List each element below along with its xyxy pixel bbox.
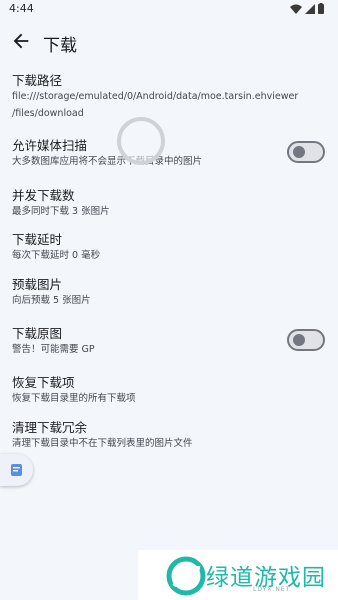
floating-side-button[interactable] <box>0 454 33 486</box>
toggle-thumb <box>293 334 305 346</box>
pref-media-scan[interactable]: 允许媒体扫描 大多数图库应用将不会显示下载目录中的图片 <box>12 138 330 169</box>
watermark-logo-icon <box>166 556 206 596</box>
pref-title: 下载延时 <box>12 232 63 247</box>
status-bar: 4:44 <box>0 0 338 18</box>
back-arrow-icon[interactable] <box>10 30 32 52</box>
page-title: 下载 <box>43 36 77 56</box>
pref-summary-line: 清理下载目录中不在下载列表里的图片文件 <box>12 438 193 449</box>
pref-summary-line: 恢复下载目录里的所有下载项 <box>12 393 136 404</box>
pref-title: 允许媒体扫描 <box>12 138 88 153</box>
pref-title: 清理下载冗余 <box>12 420 88 435</box>
battery-icon <box>318 3 324 14</box>
pref-summary-line: 最多同时下载 3 张图片 <box>12 206 110 217</box>
signal-icon <box>305 3 315 14</box>
pref-summary-line: file:///storage/emulated/0/Android/data/… <box>12 91 299 102</box>
media-scan-toggle[interactable] <box>287 141 325 163</box>
toggle-thumb <box>293 146 305 158</box>
loading-spinner <box>117 117 165 165</box>
pref-title: 下载路径 <box>12 73 63 88</box>
pref-summary-line: 向后预载 5 张图片 <box>12 295 91 306</box>
pref-clean-redundancy[interactable]: 清理下载冗余 清理下载目录中不在下载列表里的图片文件 <box>12 420 330 451</box>
pref-title: 恢复下载项 <box>12 375 75 390</box>
wifi-icon <box>290 4 302 14</box>
note-icon <box>11 464 22 476</box>
pref-download-original[interactable]: 下载原图 警告！可能需要 GP <box>12 326 330 357</box>
pref-title: 并发下载数 <box>12 188 75 203</box>
pref-restore-downloads[interactable]: 恢复下载项 恢复下载目录里的所有下载项 <box>12 375 330 406</box>
app-bar: 下载 <box>0 22 338 62</box>
pref-summary-line: 大多数图库应用将不会显示下载目录中的图片 <box>12 156 203 167</box>
pref-download-delay[interactable]: 下载延时 每次下载延时 0 毫秒 <box>12 232 330 263</box>
pref-download-path[interactable]: 下载路径 file:///storage/emulated/0/Android/… <box>12 73 330 121</box>
status-icons <box>290 3 324 14</box>
watermark: 绿道游戏园 LDYX.NET <box>138 550 338 600</box>
pref-title: 下载原图 <box>12 326 63 341</box>
download-original-toggle[interactable] <box>287 329 325 351</box>
watermark-sub: LDYX.NET <box>253 586 291 593</box>
pref-preload-images[interactable]: 预载图片 向后预载 5 张图片 <box>12 277 330 308</box>
pref-title: 预载图片 <box>12 277 63 292</box>
pref-summary-line: 每次下载延时 0 毫秒 <box>12 250 101 261</box>
pref-concurrent-downloads[interactable]: 并发下载数 最多同时下载 3 张图片 <box>12 188 330 219</box>
status-time: 4:44 <box>9 2 34 15</box>
pref-summary-line: /files/download <box>12 108 84 119</box>
pref-summary-line: 警告！可能需要 GP <box>12 344 95 355</box>
